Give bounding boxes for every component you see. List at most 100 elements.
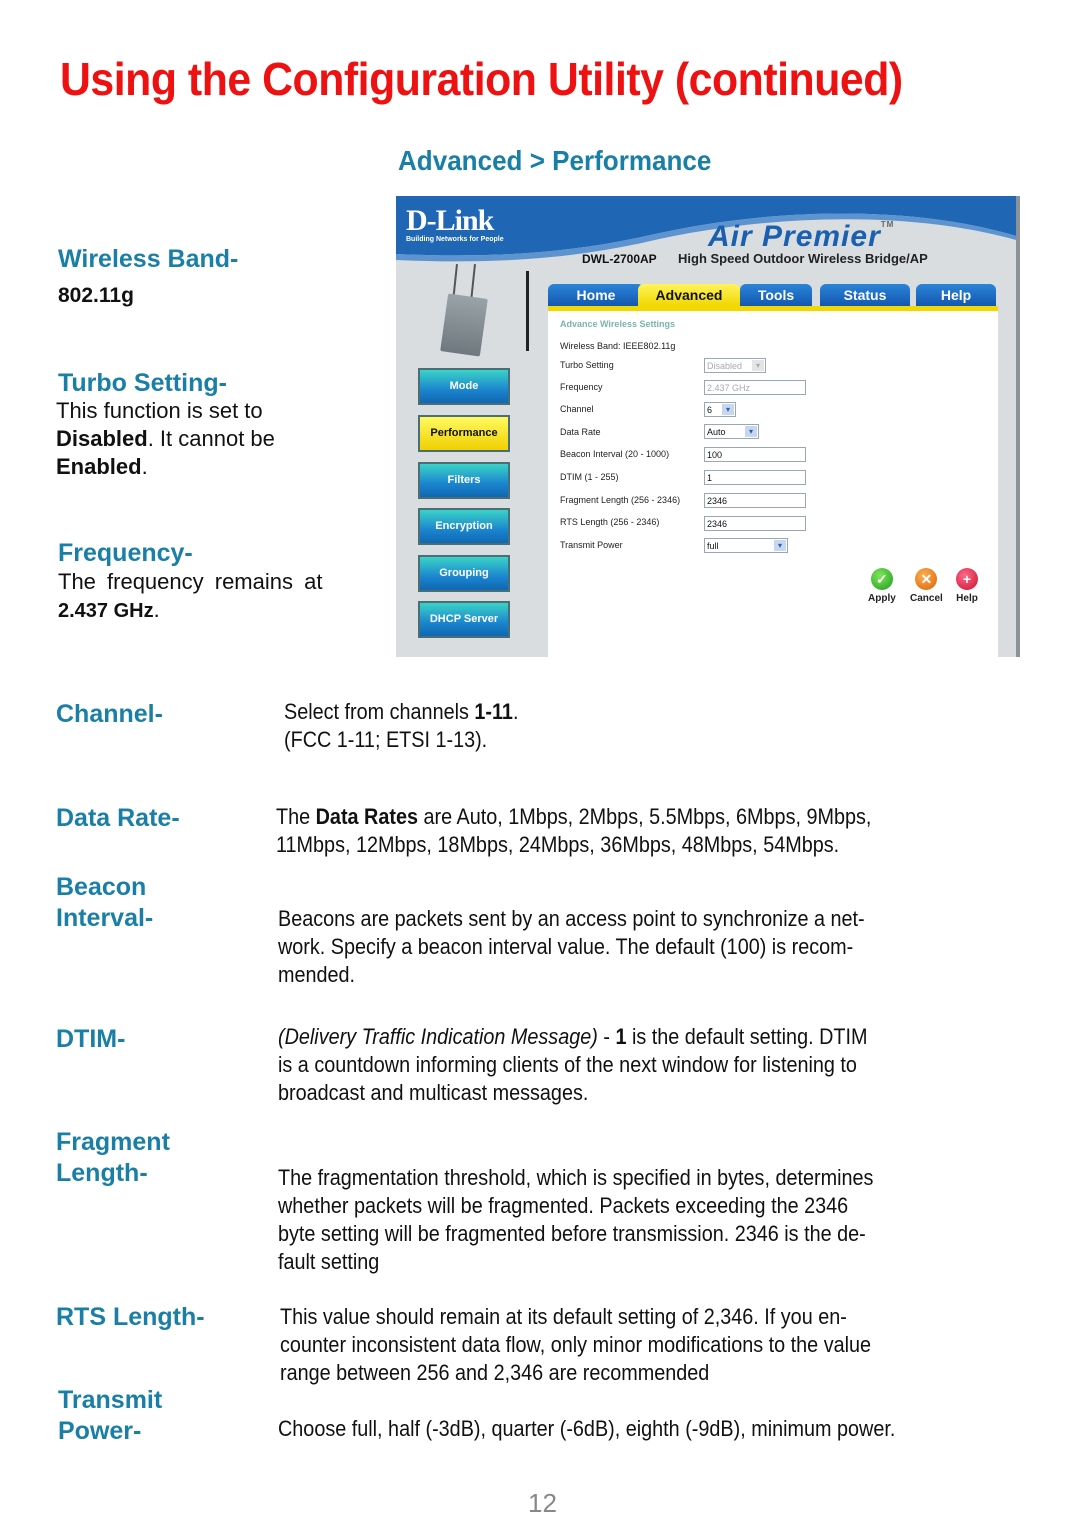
transmit-power-select[interactable]: full ▾ (704, 538, 788, 553)
nav-grouping[interactable]: Grouping (418, 555, 510, 592)
help-label: Help (956, 593, 978, 604)
dtim-mid: - (597, 1024, 616, 1049)
chevron-down-icon: ▾ (752, 360, 764, 371)
cancel-button[interactable]: ✕ Cancel (910, 568, 943, 604)
nav-mode[interactable]: Mode (418, 368, 510, 405)
beacon-line3: mended. (278, 962, 356, 987)
settings-panel: Advance Wireless Settings Wireless Band:… (548, 311, 998, 657)
product-line: Air Premier (708, 220, 881, 253)
turbo-setting-desc: This function is set to Disabled. It can… (56, 397, 275, 481)
fragment-line3: byte setting will be fragmented before t… (278, 1221, 866, 1246)
turbo-line1: This function is set to (56, 398, 263, 423)
transmit-power-desc: Choose full, half (-3dB), quarter (-6dB)… (278, 1416, 896, 1441)
transmit-power-select-value: full (707, 541, 719, 551)
dtim-italic: (Delivery Traffic Indication Message) (278, 1024, 598, 1049)
chevron-down-icon: ▾ (745, 426, 757, 437)
trademark: TM (880, 220, 895, 229)
beacon-interval-input[interactable]: 100 (704, 447, 806, 462)
help-button[interactable]: + Help (956, 568, 978, 604)
apply-button[interactable]: ✓ Apply (868, 568, 896, 604)
data-rate-select-value: Auto (707, 427, 726, 437)
turbo-field-label: Turbo Setting (560, 360, 614, 370)
dtim-default: 1 (615, 1024, 627, 1049)
dtim-line2: is a countdown informing clients of the … (278, 1052, 857, 1077)
beacon-line1: Beacons are packets sent by an access po… (278, 906, 865, 931)
tx-power-field-label: Transmit Power (560, 540, 623, 550)
airpremier-logo: Air PremierTM (708, 220, 894, 254)
fragment-line4: fault setting (278, 1249, 380, 1274)
data-rate-label: Data Rate- (56, 804, 180, 832)
fragment-line1: The fragmentation threshold, which is sp… (278, 1165, 874, 1190)
access-point-image (440, 293, 488, 357)
data-rates-bold: Data Rates (315, 804, 418, 829)
beacon-interval-label: Beacon Interval- (56, 872, 153, 934)
tab-help[interactable]: Help (916, 284, 996, 306)
beacon-interval-desc: Beacons are packets sent by an access po… (278, 905, 865, 989)
nav-filters[interactable]: Filters (418, 462, 510, 499)
channel-range: 1-11 (474, 699, 513, 724)
frequency-desc: The frequency remains at 2.437 GHz. (58, 568, 322, 625)
nav-encryption[interactable]: Encryption (418, 508, 510, 545)
fragment-length-input[interactable]: 2346 (704, 493, 806, 508)
rts-line3: range between 256 and 2,346 are recommen… (280, 1360, 710, 1385)
dtim-field-label: DTIM (1 - 255) (560, 472, 619, 482)
turbo-end: . (141, 454, 148, 479)
frequency-field-label: Frequency (560, 382, 603, 392)
rts-length-input[interactable]: 2346 (704, 516, 806, 531)
beacon-line2: work. Specify a beacon interval value. T… (278, 934, 854, 959)
dlink-tagline: Building Networks for People (406, 236, 504, 243)
top-tabs: Home Advanced Tools Status Help (548, 284, 998, 308)
wireless-band-row: Wireless Band: IEEE802.11g (560, 341, 675, 351)
data-rate-post: are Auto, 1Mbps, 2Mbps, 5.5Mbps, 6Mbps, … (417, 804, 872, 829)
plus-icon: + (956, 568, 978, 590)
router-ui-screenshot: D-Link Building Networks for People Air … (396, 196, 1020, 657)
form-title: Advance Wireless Settings (560, 319, 675, 329)
frequency-input[interactable]: 2.437 GHz (704, 380, 806, 395)
data-rate-desc: The Data Rates are Auto, 1Mbps, 2Mbps, 5… (276, 803, 871, 859)
rts-line2: counter inconsistent data flow, only min… (280, 1332, 872, 1357)
turbo-disabled: Disabled (56, 426, 148, 451)
channel-select[interactable]: 6 ▾ (704, 402, 736, 417)
rts-field-label: RTS Length (256 - 2346) (560, 517, 660, 527)
fragment-length-label: Fragment Length- (56, 1127, 170, 1189)
beacon-label2: Interval- (56, 904, 154, 932)
turbo-setting-label: Turbo Setting- (58, 369, 227, 397)
page-title: Using the Configuration Utility (continu… (60, 53, 903, 105)
wireless-band-field-label: Wireless Band: (560, 341, 621, 351)
channel-post: . (512, 699, 519, 724)
chevron-down-icon: ▾ (722, 404, 734, 415)
channel-desc: Select from channels 1-11. (FCC 1-11; ET… (284, 698, 518, 754)
fragment-line2: whether packets will be fragmented. Pack… (278, 1193, 849, 1218)
beacon-label1: Beacon (56, 873, 147, 901)
dlink-logo: D-Link (406, 204, 494, 237)
apply-label: Apply (868, 593, 896, 604)
transmit-power-label: Transmit Power- (58, 1385, 162, 1447)
dtim-line3: broadcast and multicast messages. (278, 1080, 589, 1105)
tab-tools[interactable]: Tools (740, 284, 812, 306)
turbo-select[interactable]: Disabled ▾ (704, 358, 766, 373)
tx-label1: Transmit (58, 1386, 163, 1414)
tab-home[interactable]: Home (548, 284, 644, 306)
fragment-label1: Fragment (56, 1128, 170, 1156)
dtim-post: is the default setting. DTIM (626, 1024, 868, 1049)
fragment-label2: Length- (56, 1159, 148, 1187)
turbo-enabled: Enabled (56, 454, 142, 479)
turbo-select-value: Disabled (707, 361, 743, 371)
channel-field-label: Channel (560, 404, 594, 414)
nav-performance[interactable]: Performance (418, 415, 510, 452)
data-rate-line2: 11Mbps, 12Mbps, 18Mbps, 24Mbps, 36Mbps, … (276, 832, 840, 857)
data-rate-field-label: Data Rate (560, 427, 601, 437)
tx-label2: Power- (58, 1417, 142, 1445)
dtim-input[interactable]: 1 (704, 470, 806, 485)
tab-status[interactable]: Status (820, 284, 910, 306)
channel-select-value: 6 (707, 405, 713, 415)
wireless-band-value: 802.11g (58, 284, 134, 307)
rts-length-desc: This value should remain at its default … (280, 1303, 871, 1387)
fragment-length-desc: The fragmentation threshold, which is sp… (278, 1164, 873, 1276)
tab-advanced[interactable]: Advanced (638, 284, 740, 306)
nav-dhcp-server[interactable]: DHCP Server (418, 601, 510, 638)
rts-length-label: RTS Length- (56, 1303, 205, 1331)
dtim-label: DTIM- (56, 1025, 126, 1053)
frequency-line1: The frequency remains at (58, 569, 323, 594)
data-rate-select[interactable]: Auto ▾ (704, 424, 759, 439)
